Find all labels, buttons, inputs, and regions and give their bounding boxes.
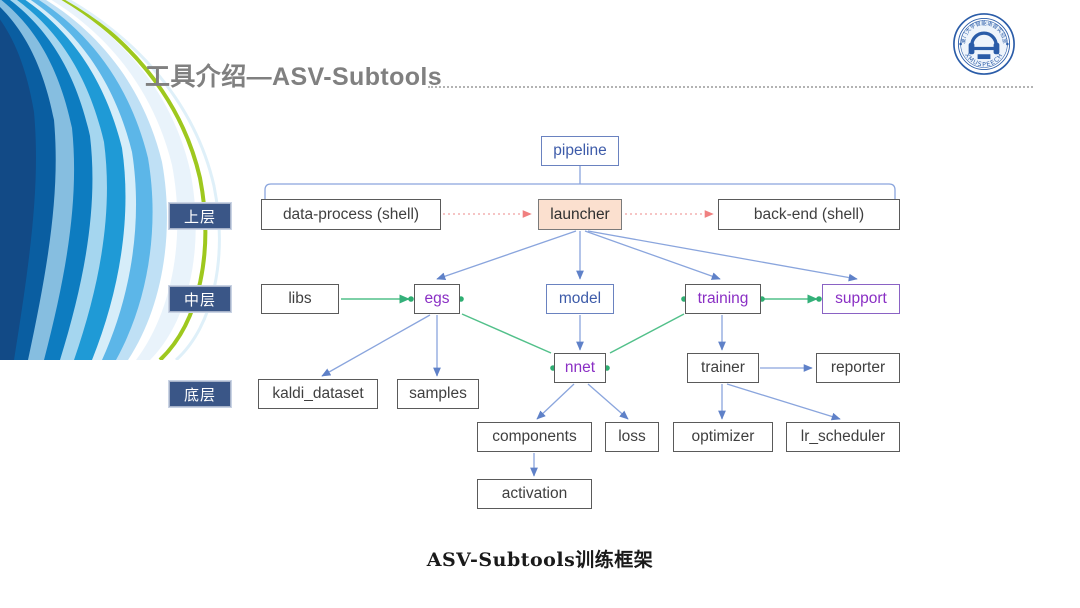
architecture-diagram: pipeline data-process (shell) launcher b… xyxy=(0,0,1080,560)
node-egs[interactable]: egs xyxy=(414,284,460,314)
node-libs[interactable]: libs xyxy=(261,284,339,314)
node-support[interactable]: support xyxy=(822,284,900,314)
node-trainer[interactable]: trainer xyxy=(687,353,759,383)
node-data-process[interactable]: data-process (shell) xyxy=(261,199,441,230)
node-training[interactable]: training xyxy=(685,284,761,314)
node-kaldi-dataset[interactable]: kaldi_dataset xyxy=(258,379,378,409)
node-pipeline[interactable]: pipeline xyxy=(541,136,619,166)
node-back-end[interactable]: back-end (shell) xyxy=(718,199,900,230)
node-activation[interactable]: activation xyxy=(477,479,592,509)
node-samples[interactable]: samples xyxy=(397,379,479,409)
node-loss[interactable]: loss xyxy=(605,422,659,452)
node-nnet[interactable]: nnet xyxy=(554,353,606,383)
node-lr-scheduler[interactable]: lr_scheduler xyxy=(786,422,900,452)
figure-caption: ASV-Subtools训练框架 xyxy=(426,549,654,571)
node-optimizer[interactable]: optimizer xyxy=(673,422,773,452)
node-reporter[interactable]: reporter xyxy=(816,353,900,383)
diagram-connectors xyxy=(264,166,896,477)
node-launcher[interactable]: launcher xyxy=(538,199,622,230)
slide: 工具介绍—ASV-Subtools 厦门大学智能语音实验室 XMUSPEECH … xyxy=(0,0,1080,608)
node-components[interactable]: components xyxy=(477,422,592,452)
node-model[interactable]: model xyxy=(546,284,614,314)
